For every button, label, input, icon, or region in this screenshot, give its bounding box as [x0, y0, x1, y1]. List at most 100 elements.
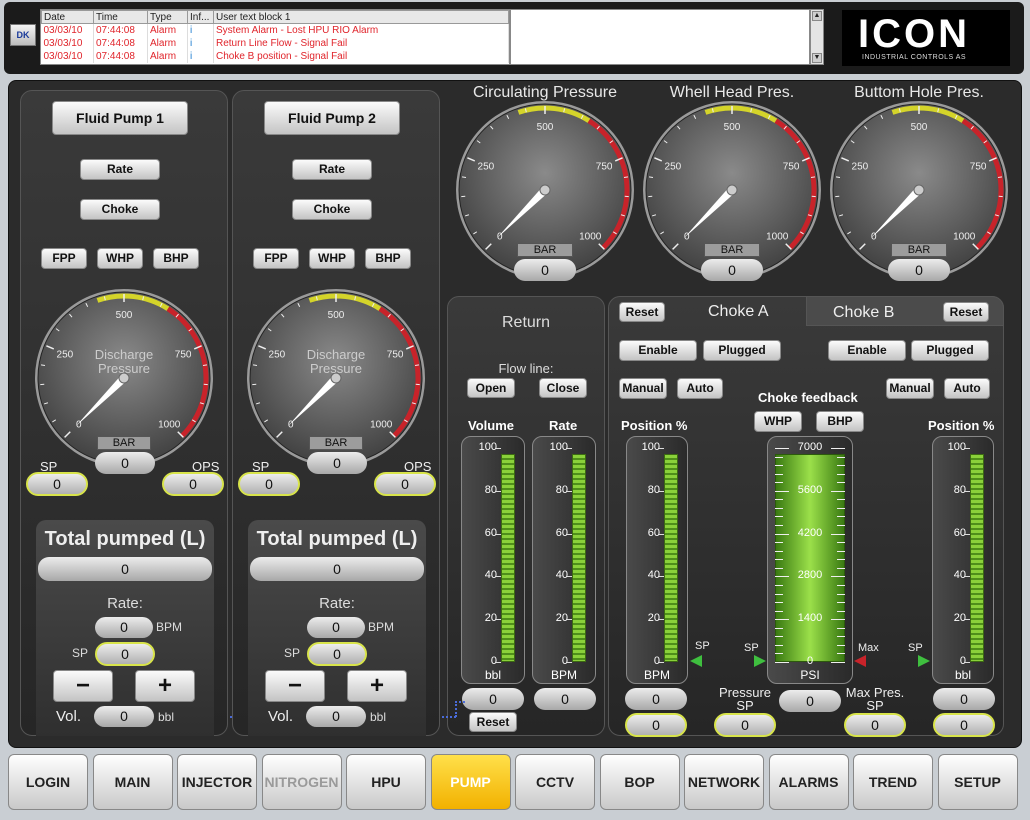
choke-b-reset-button[interactable]: Reset [943, 302, 989, 322]
pump1-fpp-button[interactable]: FPP [41, 248, 87, 269]
scroll-up-icon[interactable]: ▲ [812, 11, 822, 21]
pump2-rate-sp-label: SP [284, 646, 301, 660]
pump1-sp-input[interactable]: 0 [26, 472, 88, 496]
max-pres-sp-input[interactable]: 0 [844, 713, 906, 737]
table-row[interactable]: 03/03/10 07:44:08 Alarm i System Alarm - Los… [41, 23, 509, 37]
pressure2-unit: BAR [704, 243, 760, 257]
return-title: Return [501, 314, 551, 331]
psi-tick-label: 5600 [797, 483, 823, 496]
pump2-fpp-button[interactable]: FPP [253, 248, 299, 269]
rate-tick [567, 448, 572, 449]
pump1-whp-button[interactable]: WHP [97, 248, 143, 269]
pump1-rate-button[interactable]: Rate [80, 159, 160, 180]
pump1-bhp-button[interactable]: BHP [153, 248, 199, 269]
choke-b-tick-label: 20 [953, 612, 966, 625]
nav-alarms-button[interactable]: ALARMS [768, 754, 849, 810]
pump2-total-title: Total pumped (L) [256, 528, 418, 550]
rate-tick [567, 576, 572, 578]
open-button[interactable]: Open [467, 378, 515, 398]
nav-network-button[interactable]: NETWORK [684, 754, 764, 810]
choke-b-tick [965, 662, 970, 663]
pressure-sp-input[interactable]: 0 [714, 713, 776, 737]
pump2-title-button[interactable]: Fluid Pump 2 [264, 101, 400, 135]
pump1-increase-button[interactable]: + [135, 670, 195, 702]
nav-hpu-button[interactable]: HPU [346, 754, 426, 810]
choke-b-sp-input[interactable]: 0 [933, 713, 995, 737]
psi-tick-label: 4200 [797, 526, 823, 539]
psi-tick [837, 550, 845, 552]
pump1-discharge-tick-label: 1000 [158, 419, 181, 430]
info-icon[interactable]: i [187, 36, 214, 50]
volume-value: 0 [462, 688, 524, 710]
choke-b-enable-button[interactable]: Enable [828, 340, 906, 361]
volume-tick [496, 619, 501, 621]
pump2-total-value: 0 [250, 557, 424, 581]
pump1-ops-input[interactable]: 0 [162, 472, 224, 496]
pump2-sp-input[interactable]: 0 [238, 472, 300, 496]
psi-tick [775, 465, 783, 467]
nav-nitrogen-button[interactable]: NITROGEN [261, 754, 342, 810]
choke-a-sp-input[interactable]: 0 [625, 713, 687, 737]
psi-tick [775, 559, 783, 561]
pump2-bhp-button[interactable]: BHP [365, 248, 411, 269]
pump1-decrease-button[interactable]: − [53, 670, 113, 702]
pump2-discharge-tick-label: 500 [328, 310, 345, 321]
nav-pump-button[interactable]: PUMP [430, 754, 511, 810]
choke-a-manual-button[interactable]: Manual [619, 378, 667, 399]
pump2-decrease-button[interactable]: − [265, 670, 325, 702]
alarm-text: System Alarm - Lost HPU RIO Alarm [213, 23, 509, 37]
nav-login-button[interactable]: LOGIN [8, 754, 88, 810]
alarm-type: Alarm [147, 23, 188, 37]
pump2-rate-sp-input[interactable]: 0 [307, 642, 367, 666]
pressure3-tick [997, 176, 1003, 178]
info-icon[interactable]: i [187, 49, 214, 63]
pressure1-value: 0 [514, 259, 576, 281]
pressure1-tick-label: 750 [596, 162, 613, 173]
nav-bop-button[interactable]: BOP [599, 754, 680, 810]
pump1-gauge-unit: BAR [97, 436, 151, 450]
pressure2-tick-label: 750 [783, 162, 800, 173]
scroll-down-icon[interactable]: ▼ [812, 53, 822, 63]
pressure1-tick [461, 176, 467, 178]
pump2-rate-button[interactable]: Rate [292, 159, 372, 180]
choke-b-manual-button[interactable]: Manual [886, 378, 934, 399]
pump1-title-button[interactable]: Fluid Pump 1 [52, 101, 188, 135]
acknowledge-button[interactable]: DK [10, 24, 36, 46]
close-button[interactable]: Close [539, 378, 587, 398]
info-icon[interactable]: i [187, 23, 214, 37]
pump1-choke-button[interactable]: Choke [80, 199, 160, 220]
table-row[interactable]: 03/03/10 07:44:08 Alarm i Return Line Flow -… [41, 36, 509, 50]
choke-b-tick [965, 533, 970, 535]
pump2-increase-button[interactable]: + [347, 670, 407, 702]
pressure1-tick-label: 500 [537, 122, 554, 133]
volume-link-line [455, 701, 465, 703]
choke-a-auto-button[interactable]: Auto [677, 378, 723, 399]
nav-setup-button[interactable]: SETUP [937, 754, 1018, 810]
choke-a-position-label: Position % [621, 418, 688, 433]
pump2-choke-button[interactable]: Choke [292, 199, 372, 220]
pump2-whp-button[interactable]: WHP [309, 248, 355, 269]
choke-b-auto-button[interactable]: Auto [944, 378, 990, 399]
choke-a-plugged-button[interactable]: Plugged [703, 340, 781, 361]
pump1-rate-sp-input[interactable]: 0 [95, 642, 155, 666]
alarm-table[interactable]: Date Time Type Inf... User text block 1 … [40, 9, 510, 65]
choke-a-enable-button[interactable]: Enable [619, 340, 697, 361]
nav-trend-button[interactable]: TREND [853, 754, 933, 810]
nav-cctv-button[interactable]: CCTV [515, 754, 595, 810]
psi-tick [775, 627, 783, 629]
pressure1-needle-hub [539, 184, 551, 196]
pump1-vol-unit: bbl [158, 710, 175, 724]
choke-a-reset-button[interactable]: Reset [619, 302, 665, 322]
alarm-time: 07:44:08 [93, 36, 148, 50]
nav-injector-button[interactable]: INJECTOR [177, 754, 257, 810]
choke-b-plugged-button[interactable]: Plugged [911, 340, 989, 361]
nav-main-button[interactable]: MAIN [92, 754, 173, 810]
psi-tick [837, 644, 845, 646]
alarm-scrollbar[interactable]: ▲ ▼ [810, 9, 824, 65]
max-pres-sp-label: Max Pres. SP [843, 686, 907, 712]
feedback-bhp-button[interactable]: BHP [816, 411, 864, 432]
table-row[interactable]: 03/03/10 07:44:08 Alarm i Choke B position -… [41, 49, 509, 63]
feedback-whp-button[interactable]: WHP [754, 411, 802, 432]
return-reset-button[interactable]: Reset [469, 712, 517, 732]
pump2-ops-input[interactable]: 0 [374, 472, 436, 496]
